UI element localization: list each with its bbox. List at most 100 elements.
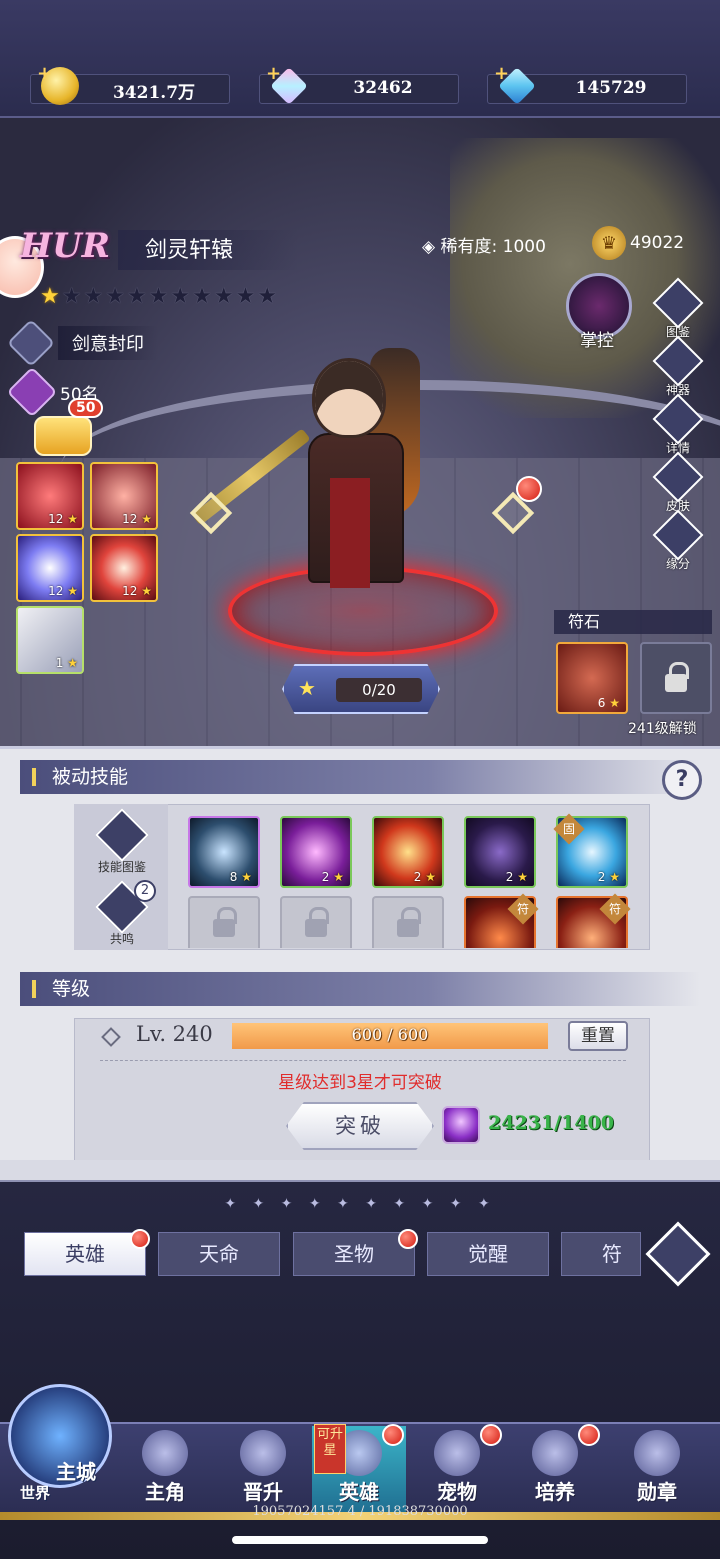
nav-pet-dot (480, 1424, 502, 1446)
rune-tag: 符 (507, 893, 539, 925)
lock-icon (213, 907, 237, 937)
side-button-skin[interactable]: 皮肤 (652, 451, 704, 517)
nav-label: 主角 (145, 1480, 185, 1504)
side-button-details[interactable]: 详情 (652, 393, 704, 459)
codex-icon (652, 277, 704, 329)
tab-rune[interactable]: 符文 (561, 1232, 641, 1276)
chat-badge: 50 (68, 398, 104, 418)
nav-label: 英雄 (339, 1480, 379, 1504)
exp-text: 600 / 600 (351, 1025, 429, 1044)
protagonist-icon (142, 1430, 188, 1476)
eye-emblem-icon (645, 1221, 711, 1287)
notification-dot (516, 476, 542, 502)
upgrade-progress-text: 0/20 (336, 678, 422, 702)
active-skill-2[interactable]: 12 ★ (90, 462, 158, 530)
nav-label: 宠物 (437, 1480, 477, 1504)
decorative-dots: ✦ ✦ ✦ ✦ ✦ ✦ ✦ ✦ ✦ ✦ (224, 1196, 496, 1212)
rainbow-diamond-value: 32462 (353, 78, 413, 98)
tag-row[interactable]: 剑意封印 (6, 318, 158, 368)
side-button-artifact[interactable]: 神器 (652, 335, 704, 401)
nav-promote[interactable]: 晋升 (216, 1426, 310, 1514)
blue-diamond-currency[interactable]: + 145729 (487, 63, 687, 105)
hero-stage: HUR 剑灵轩辕 ◈ 稀有度: 1000 ♛ 49022 ★ ★ ★ ★ ★ ★ ★ ★ ★ ★ ★… (0, 118, 720, 746)
rarity-value: 1000 (502, 237, 546, 257)
nav-medal[interactable]: 勋章 (610, 1426, 704, 1514)
side-button-codex[interactable]: 图鉴 (652, 277, 704, 343)
rune-slot-1[interactable]: 6 ★ (556, 642, 628, 714)
star-up-icon: ★ (298, 676, 316, 700)
nav-hero-dot (382, 1424, 404, 1446)
rarity-info: ◈ 稀有度: 1000 (422, 232, 546, 257)
add-gold-icon[interactable]: + (37, 63, 52, 84)
lock-icon (397, 907, 421, 937)
upgrade-progress-button[interactable]: ★ 0/20 (282, 664, 440, 714)
rainbow-diamond-currency[interactable]: + 32462 (259, 63, 459, 105)
skill-level: 12 ★ (48, 584, 78, 598)
hero-belt (330, 478, 370, 588)
active-skill-3[interactable]: 12 ★ (16, 534, 84, 602)
tab-awaken[interactable]: 觉醒 (427, 1232, 549, 1276)
level-section-title: 等级 (20, 972, 700, 1006)
nav-protagonist[interactable]: 主角 (118, 1426, 212, 1514)
skill-level: 2 ★ (597, 870, 620, 884)
lock-icon (305, 907, 329, 937)
tab-relic[interactable]: 圣物 (293, 1232, 415, 1276)
chat-icon[interactable] (34, 416, 92, 456)
star-rating: ★ ★ ★ ★ ★ ★ ★ ★ ★ ★ ★ (40, 284, 277, 309)
skill-level: 2 ★ (413, 870, 436, 884)
nav-label: 勋章 (637, 1480, 677, 1504)
crossed-swords-icon (6, 318, 56, 368)
tab-hero-dot (130, 1229, 150, 1249)
breakthrough-button[interactable]: 突破 (286, 1102, 434, 1150)
skin-icon (652, 451, 704, 503)
rank-label: HUR (20, 226, 111, 266)
star-icon: ★ (105, 284, 125, 309)
home-indicator[interactable] (232, 1536, 488, 1544)
passive-skill-2[interactable]: 2 ★ (280, 816, 352, 888)
tab-destiny[interactable]: 天命 (158, 1232, 280, 1276)
star-icon: ★ (83, 284, 104, 309)
level-text: Lv. 240 (136, 1022, 213, 1046)
control-label: 掌控 (580, 331, 614, 351)
reset-button[interactable]: 重置 (568, 1021, 628, 1051)
exp-bar: 600 / 600 (232, 1023, 548, 1049)
crown-icon: ♛ (592, 226, 626, 260)
help-button[interactable]: ? (662, 760, 702, 800)
main-city-label: 主城 (56, 1460, 96, 1484)
active-skill-5[interactable]: 1 ★ (16, 606, 84, 674)
add-rainbow-diamond-icon[interactable]: + (266, 63, 281, 84)
rarity-label: 稀有度: (440, 237, 498, 257)
passive-slot-locked-2[interactable] (280, 896, 352, 948)
passive-skill-4[interactable]: 2 ★ (464, 816, 536, 888)
nav-label: 培养 (535, 1480, 575, 1504)
active-skill-4[interactable]: 12 ★ (90, 534, 158, 602)
skill-level: 12 ★ (48, 512, 78, 526)
passive-slot-locked-3[interactable] (372, 896, 444, 948)
skill-level: 12 ★ (122, 512, 152, 526)
tab-hero[interactable]: 英雄 (24, 1232, 146, 1276)
star-icon: ★ (148, 284, 169, 309)
hero-character[interactable] (300, 328, 430, 618)
rune-slot-locked[interactable] (640, 642, 712, 714)
passive-skill-1[interactable]: 8 ★ (188, 816, 260, 888)
star-icon: ★ (213, 284, 234, 309)
add-blue-diamond-icon[interactable]: + (494, 63, 509, 84)
passive-skill-3[interactable]: 2 ★ (372, 816, 444, 888)
gold-currency[interactable]: + 3421.7万 (30, 63, 230, 105)
currency-bar: + 3421.7万 + 32462 + 145729 (0, 0, 720, 118)
panel-footer (0, 1160, 720, 1182)
active-skill-1[interactable]: 12 ★ (16, 462, 84, 530)
divider (100, 1060, 626, 1061)
passive-slot-locked-1[interactable] (188, 896, 260, 948)
star-up-flag: 可升星 (314, 1424, 346, 1474)
tab-scroll-button[interactable] (645, 1221, 711, 1287)
medal-icon (634, 1430, 680, 1476)
rune-skill-slot-2[interactable]: 符 (556, 893, 631, 948)
passive-skill-5[interactable]: 固 2 ★ (553, 813, 628, 888)
rune-title: 符石 (554, 610, 712, 634)
skill-codex-button[interactable]: 技能图鉴 (94, 808, 150, 874)
rune-skill-slot-1[interactable]: 符 (464, 893, 539, 948)
side-button-fate[interactable]: 缘分 (652, 509, 704, 575)
rune-level: 6 ★ (597, 696, 620, 710)
star-icon: ★ (235, 284, 256, 309)
